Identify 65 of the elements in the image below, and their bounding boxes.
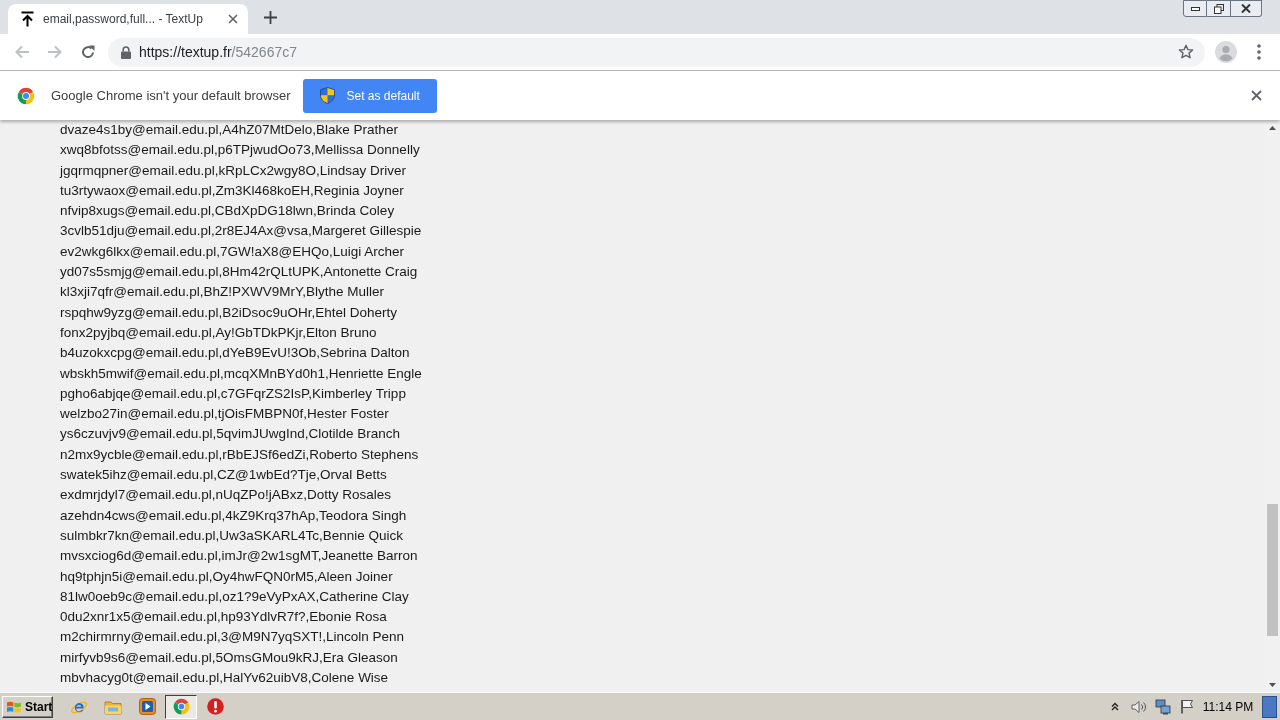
plus-icon[interactable]	[264, 10, 277, 24]
taskbar-app-button[interactable]	[165, 694, 197, 719]
scroll-down-icon[interactable]	[1269, 682, 1276, 687]
menu-icon[interactable]	[1257, 44, 1261, 60]
play-icon	[138, 698, 156, 715]
url-text: https://textup.fr/542667c7	[139, 42, 297, 62]
text-line: swatek5ihz@email.edu.pl,CZ@1wbEd?Tje,Orval Betts	[60, 466, 387, 485]
text-line: ys6czuvjv9@email.edu.pl,5qvimJUwgInd,Clotilde Branch	[60, 425, 401, 444]
start-logo-icon	[6, 699, 22, 714]
text-line: mvsxciog6d@email.edu.pl,imJr@2w1sgMT,Jeanette Barron	[60, 547, 418, 566]
text-line: nfvip8xugs@email.edu.pl,CBdXpDG18lwn,Brinda Coley	[60, 202, 395, 221]
close-icon	[1241, 4, 1251, 13]
text-line: jgqrmqpner@email.edu.pl,kRpLCx2wgy8O,Lindsay Driver	[60, 161, 407, 180]
text-line: exdmrjdyl7@email.edu.pl,nUqZPo!jABxz,Dotty Rosales	[60, 486, 392, 505]
text-line: 3cvlb51dju@email.edu.pl,2r8EJ4Ax@vsa,Margeret Gillespie	[60, 222, 422, 241]
text-line: 0du2xnr1x5@email.edu.pl,hp93YdlvR7f?,Ebonie Rosa	[60, 608, 387, 627]
flag-icon[interactable]	[1180, 699, 1194, 714]
text-line: kl3xji7qfr@email.edu.pl,BhZ!PXWV9MrY,Blythe Muller	[60, 283, 385, 302]
text-line: pgho6abjqe@email.edu.pl,c7GFqrZS2IsP,Kimberley Tripp	[60, 384, 406, 403]
folder-icon	[104, 698, 122, 715]
text-line: welzbo27in@email.edu.pl,tjOisFMBPN0f,Hester Foster	[60, 405, 389, 424]
close-window-button[interactable]	[1231, 0, 1262, 17]
set-default-button[interactable]: Set as default	[303, 78, 437, 113]
text-line: azehdn4cws@email.edu.pl,4kZ9Krq37hAp,Teodora Singh	[60, 506, 407, 525]
text-line: b4uzokxcpg@email.edu.pl,dYeB9EvU!3Ob,Sebrina Dalton	[60, 344, 410, 363]
text-line: mirfyvb9s6@email.edu.pl,5OmsGMou9kRJ,Era Gleason	[60, 648, 398, 667]
address-bar[interactable]: https://textup.fr/542667c7	[108, 37, 1205, 67]
text-line: tu3rtywaox@email.edu.pl,Zm3Kl468koEH,Reginia Joyner	[60, 181, 404, 200]
text-line: ev2wkg6lkx@email.edu.pl,7GW!aX8@EHQo,Luigi Archer	[60, 242, 405, 261]
exclamation-icon	[206, 698, 224, 715]
start-button[interactable]: Start	[2, 695, 53, 718]
text-line: yd07s5smjg@email.edu.pl,8Hm42rQLtUPK,Antonette Craig	[60, 263, 418, 282]
text-line: rspqhw9yzg@email.edu.pl,B2iDsoc9uOHr,Ehtel Doherty	[60, 303, 398, 322]
restore-button[interactable]	[1207, 0, 1231, 17]
browser-tab[interactable]: email,password,full... - TextUp	[8, 4, 248, 34]
minimize-button[interactable]	[1183, 0, 1207, 17]
clock-text: 11:14 PM	[1201, 698, 1255, 716]
text-line: hq9tphjn5i@email.edu.pl,Oy4hwFQN0rM5,Aleen Joiner	[60, 567, 393, 586]
text-line: wbskh5mwif@email.edu.pl,mcqXMnBYd0h1,Henriette Engle	[60, 364, 422, 383]
lock-icon	[121, 45, 131, 59]
text-line: xwq8bfotss@email.edu.pl,p6TPjwudOo73,Mellissa Donnelly	[60, 141, 420, 160]
text-line: mbvhacyg0t@email.edu.pl,HalYv62uibV8,Colene Wise	[60, 669, 389, 687]
reload-icon[interactable]	[79, 44, 96, 60]
minimize-icon	[1190, 6, 1200, 11]
text-line: m2chirmrny@email.edu.pl,3@M9N7yqSXT!,Lincoln Penn	[60, 628, 405, 647]
close-icon[interactable]	[1251, 90, 1262, 101]
close-icon[interactable]	[228, 14, 238, 24]
chevron-up-icon[interactable]	[1111, 702, 1119, 711]
text-line: n2mx9ycble@email.edu.pl,rBbEJSf6edZi,Roberto Stephens	[60, 445, 419, 464]
infobar-message: Google Chrome isn't your default browser	[51, 86, 291, 105]
text-line: fonx2pyjbq@email.edu.pl,Ay!GbTDkPKjr,Elton Bruno	[60, 323, 377, 342]
restore-icon	[1213, 3, 1224, 14]
chrome-logo-icon	[17, 86, 35, 105]
browser-logo-icon	[172, 698, 190, 715]
shield-icon	[320, 87, 336, 104]
text-line: dvaze4s1by@email.edu.pl,A4hZ07MtDelo,Blake Prather	[60, 121, 398, 139]
show-desktop-button[interactable]	[1262, 695, 1277, 718]
star-icon[interactable]	[1178, 44, 1194, 60]
text-line: sulmbkr7kn@email.edu.pl,Uw3aSKARL4Tc,Bennie Quick	[60, 526, 404, 545]
speaker-icon[interactable]	[1131, 699, 1147, 714]
scroll-up-icon[interactable]	[1269, 125, 1276, 130]
arrow-up-bar-icon	[21, 11, 34, 27]
scrollbar-thumb[interactable]	[1267, 504, 1278, 636]
network-icon[interactable]	[1155, 698, 1171, 715]
text-line: 81lw0oeb9c@email.edu.pl,oz1?9eVyPxAX,Catherine Clay	[60, 587, 409, 606]
